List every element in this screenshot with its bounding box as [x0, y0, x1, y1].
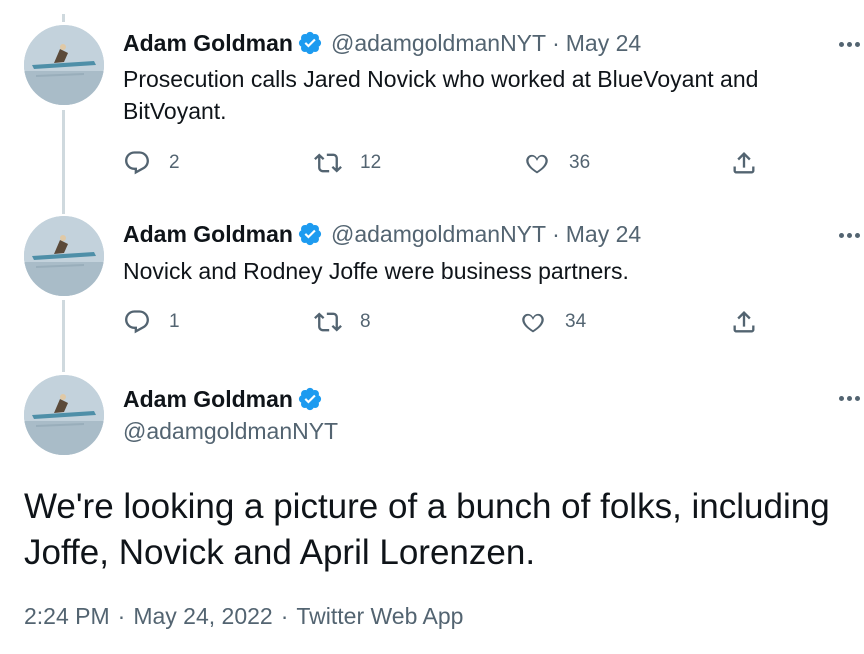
avatar[interactable]	[24, 375, 104, 455]
separator: ·	[117, 603, 126, 629]
author-name[interactable]: Adam Goldman	[123, 385, 293, 413]
tweet-metadata: 2:24 PM · May 24, 2022 · Twitter Web App	[24, 603, 463, 630]
tweet-time[interactable]: 2:24 PM	[24, 603, 110, 629]
tweet-source[interactable]: Twitter Web App	[296, 603, 463, 629]
separator: ·	[280, 603, 289, 629]
author-handle[interactable]: @adamgoldmanNYT	[123, 418, 338, 445]
main-author-row: Adam Goldman	[123, 385, 331, 413]
more-icon[interactable]	[834, 388, 864, 408]
tweet-text: We're looking a picture of a bunch of fo…	[24, 487, 830, 572]
tweet-full-date[interactable]: May 24, 2022	[133, 603, 272, 629]
main-tweet: Adam Goldman @adamgoldmanNYT We're looki…	[0, 0, 864, 654]
verified-badge-icon	[298, 387, 322, 411]
